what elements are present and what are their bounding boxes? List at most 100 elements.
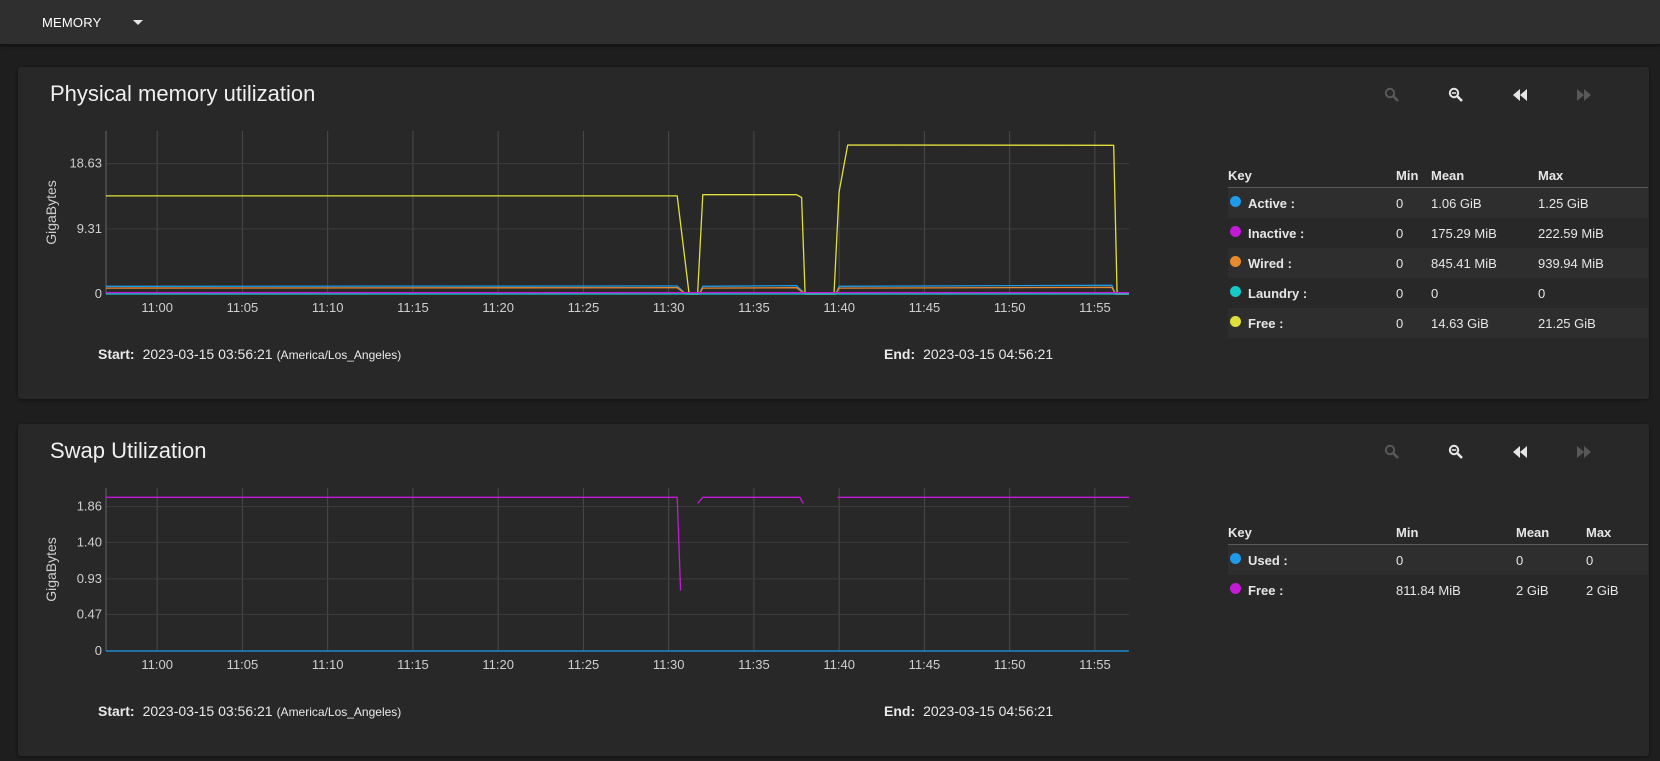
x-tick-label: 11:15 xyxy=(397,657,429,672)
legend-row: Free : 0 14.63 GiB 21.25 GiB xyxy=(1228,308,1648,338)
legend-max: 1.25 GiB xyxy=(1538,196,1589,211)
legend-mean: 2 GiB xyxy=(1516,583,1549,598)
y-tick-label: 1.40 xyxy=(77,534,102,549)
x-tick-label: 11:05 xyxy=(227,300,259,315)
legend-header: Key Min Mean Max xyxy=(1228,520,1648,545)
legend-row: Active : 0 1.06 GiB 1.25 GiB xyxy=(1228,188,1648,218)
start-label: Start: xyxy=(98,346,135,362)
legend-max: 2 GiB xyxy=(1586,583,1619,598)
legend-min: 0 xyxy=(1396,553,1404,568)
legend-row: Inactive : 0 175.29 MiB 222.59 MiB xyxy=(1228,218,1648,248)
end-label: End: xyxy=(884,346,916,362)
step-backward-button[interactable] xyxy=(1504,438,1536,466)
legend-name: Free : xyxy=(1248,316,1284,331)
legend-rows: Used : 0 0 0 Free : 811.84 MiB 2 GiB 2 GiB xyxy=(1228,545,1648,605)
zoom-in-icon xyxy=(1384,87,1399,102)
legend-name: Laundry : xyxy=(1248,286,1308,301)
start-label: Start: xyxy=(98,703,135,719)
x-tick-label: 11:30 xyxy=(653,657,685,672)
timezone-label: (America/Los_Angeles) xyxy=(276,348,402,362)
x-tick-label: 11:00 xyxy=(141,657,173,672)
legend-mean: 14.63 GiB xyxy=(1431,316,1489,331)
legend-header-min: Min xyxy=(1396,168,1419,183)
legend-name: Wired : xyxy=(1248,256,1292,271)
x-tick-label: 11:45 xyxy=(909,657,941,672)
step-forward-icon xyxy=(1577,89,1591,101)
report-type-label: MEMORY xyxy=(42,14,102,30)
x-tick-label: 11:50 xyxy=(994,300,1026,315)
y-tick-label: 0 xyxy=(95,286,102,301)
zoom-out-icon xyxy=(1448,87,1463,102)
start-value: 2023-03-15 03:56:21 xyxy=(142,703,273,719)
zoom-in-icon xyxy=(1384,444,1399,459)
x-tick-label: 11:00 xyxy=(141,300,173,315)
y-tick-label: 9.31 xyxy=(77,221,102,236)
series-color-dot xyxy=(1230,196,1241,207)
legend-mean: 0 xyxy=(1431,286,1439,301)
legend-max: 939.94 MiB xyxy=(1538,256,1604,271)
legend-header-max: Max xyxy=(1586,525,1612,540)
step-backward-button[interactable] xyxy=(1504,81,1536,109)
series-color-dot xyxy=(1230,553,1241,564)
x-tick-label: 11:35 xyxy=(738,657,770,672)
legend-min: 0 xyxy=(1396,226,1404,241)
legend-row: Wired : 0 845.41 MiB 939.94 MiB xyxy=(1228,248,1648,278)
physical-memory-card: Physical memory utilization 11:00 11:05 11… xyxy=(18,67,1649,399)
legend-name: Active : xyxy=(1248,196,1295,211)
zoom-out-button[interactable] xyxy=(1440,438,1472,466)
legend-header-min: Min xyxy=(1396,525,1419,540)
legend-header-key: Key xyxy=(1228,168,1252,183)
top-toolbar: MEMORY xyxy=(0,0,1660,45)
step-backward-icon xyxy=(1513,446,1527,458)
step-forward-button[interactable] xyxy=(1568,438,1600,466)
physical-memory-line-chart: 11:00 11:05 11:10 11:15 11:20 11:25 11:30 11:35… xyxy=(43,131,1129,315)
legend-max: 222.59 MiB xyxy=(1538,226,1604,241)
zoom-out-icon xyxy=(1448,444,1463,459)
legend-header: Key Min Mean Max xyxy=(1228,163,1648,188)
swap-utilization-legend: Key Min Mean Max Used : 0 0 0 Free : 811.84 M… xyxy=(1228,520,1648,605)
legend-mean: 0 xyxy=(1516,553,1524,568)
y-axis-title: GigaBytes xyxy=(43,537,59,602)
zoom-in-button[interactable] xyxy=(1376,81,1408,109)
legend-min: 0 xyxy=(1396,256,1404,271)
series-line-free xyxy=(106,144,1129,295)
series-line-free xyxy=(697,496,804,504)
series-color-dot xyxy=(1230,583,1241,594)
legend-mean: 1.06 GiB xyxy=(1431,196,1482,211)
timezone-label: (America/Los_Angeles) xyxy=(276,705,402,719)
legend-name: Inactive : xyxy=(1248,226,1305,241)
legend-rows: Active : 0 1.06 GiB 1.25 GiB Inactive : 0 175.… xyxy=(1228,188,1648,338)
legend-row: Free : 811.84 MiB 2 GiB 2 GiB xyxy=(1228,575,1648,605)
y-tick-label: 0.47 xyxy=(77,607,102,622)
x-tick-label: 11:05 xyxy=(227,657,259,672)
x-tick-label: 11:40 xyxy=(823,300,855,315)
legend-max: 21.25 GiB xyxy=(1538,316,1596,331)
legend-header-mean: Mean xyxy=(1516,525,1550,540)
x-tick-label: 11:55 xyxy=(1079,657,1111,672)
series-line-free xyxy=(106,496,682,591)
x-tick-label: 11:10 xyxy=(312,300,344,315)
legend-min: 0 xyxy=(1396,196,1404,211)
end-label: End: xyxy=(884,703,916,719)
end-value: 2023-03-15 04:56:21 xyxy=(923,346,1054,362)
step-backward-icon xyxy=(1513,89,1527,101)
x-tick-label: 11:30 xyxy=(653,300,685,315)
y-tick-label: 1.86 xyxy=(77,499,102,514)
x-tick-label: 11:20 xyxy=(482,657,514,672)
zoom-out-button[interactable] xyxy=(1440,81,1472,109)
swap-utilization-line-chart: 11:00 11:05 11:10 11:15 11:20 11:25 11:30 11:35… xyxy=(43,488,1129,672)
series-color-dot xyxy=(1230,286,1241,297)
x-tick-label: 11:15 xyxy=(397,300,429,315)
zoom-in-button[interactable] xyxy=(1376,438,1408,466)
legend-row: Laundry : 0 0 0 xyxy=(1228,278,1648,308)
x-tick-label: 11:40 xyxy=(823,657,855,672)
step-forward-button[interactable] xyxy=(1568,81,1600,109)
report-type-dropdown[interactable]: MEMORY xyxy=(42,12,144,32)
series-color-dot xyxy=(1230,256,1241,267)
x-tick-label: 11:25 xyxy=(568,300,600,315)
start-range: Start: 2023-03-15 03:56:21 (America/Los_… xyxy=(98,346,401,362)
legend-row: Used : 0 0 0 xyxy=(1228,545,1648,575)
legend-header-max: Max xyxy=(1538,168,1564,183)
legend-mean: 845.41 MiB xyxy=(1431,256,1497,271)
x-tick-label: 11:55 xyxy=(1079,300,1111,315)
